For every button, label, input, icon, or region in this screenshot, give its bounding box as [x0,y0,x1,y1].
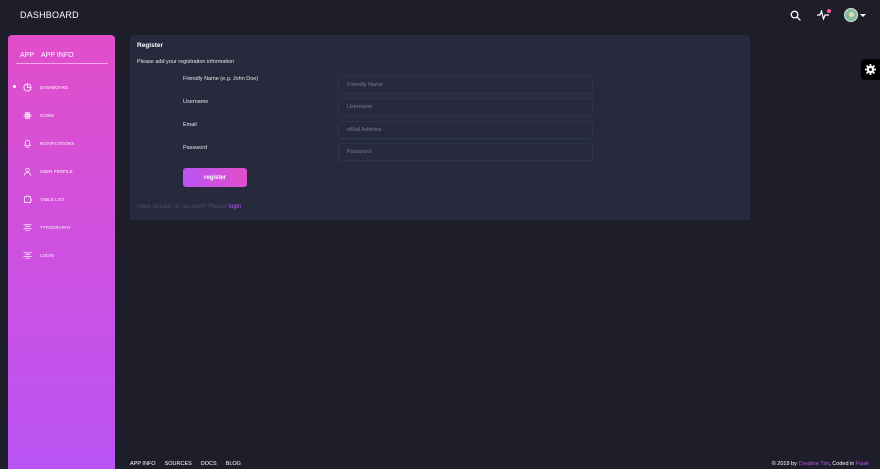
footer-link-app-info[interactable]: APP INFO [130,461,156,467]
user-menu[interactable] [844,8,866,22]
sidebar-item-label: TABLE LIST [40,196,65,202]
sidebar-logo[interactable]: APP APP INFO [8,35,115,65]
atom-icon [22,110,32,120]
activity-icon[interactable] [816,8,831,22]
password-label: Password [183,145,208,151]
sidebar-item-user-profile[interactable]: USER PROFILE [8,157,115,185]
sidebar-item-icons[interactable]: ICONS [8,101,115,129]
sidebar-item-label: LOGIN [40,252,54,258]
avatar [844,8,858,22]
sidebar-item-typography[interactable]: TYPOGRAPHY [8,213,115,241]
footer-copyright: © 2019 by Creative Tim, Coded in Flask [772,461,869,467]
card-subtitle: Please add your registration information [137,59,235,65]
username-label: Username [183,99,209,105]
sidebar-item-label: TYPOGRAPHY [40,224,71,230]
top-navbar: DASHBOARD [0,0,880,30]
chart-pie-icon [22,82,32,92]
footer-link-blog[interactable]: BLOG [226,461,241,467]
password-input[interactable] [338,143,593,161]
logo-mini[interactable]: APP [20,52,34,59]
coded-by-link[interactable]: Flask [856,461,869,467]
sidebar-item-login[interactable]: LOGIN [8,241,115,269]
sidebar-item-dashboard[interactable]: DASHBOARD [8,73,115,101]
email-input[interactable] [338,121,593,139]
navbar-brand[interactable]: DASHBOARD [20,10,79,20]
align-center-icon [22,222,32,232]
footer-nav: APP INFO SOURCES DOCS BLOG [130,461,241,467]
sidebar-item-label: NOTIFICATIONS [40,140,75,146]
align-center-icon [22,250,32,260]
register-button[interactable]: register [183,168,247,187]
username-input[interactable] [338,98,593,116]
settings-button[interactable] [861,59,880,80]
friendly-name-label: Friendly Name (e.g. John Doe) [183,76,259,82]
card-title: Register [137,42,164,49]
login-prompt: Have already an account? Please login [137,204,241,210]
sidebar-item-label: USER PROFILE [40,168,73,174]
sidebar-item-notifications[interactable]: NOTIFICATIONS [8,129,115,157]
search-icon[interactable] [788,8,802,22]
sidebar: APP APP INFO DASHBOARD ICONS NOTIFICATIO… [8,35,115,469]
sidebar-divider [16,63,108,64]
sidebar-item-table-list[interactable]: TABLE LIST [8,185,115,213]
gear-icon [865,64,876,75]
email-label: Email [183,122,197,128]
logo-normal[interactable]: APP INFO [41,52,74,59]
sidebar-item-label: DASHBOARD [40,84,69,90]
register-card: Register Please add your registration in… [130,35,750,220]
copyright-prefix: © 2019 by [771,461,799,467]
sidebar-nav: DASHBOARD ICONS NOTIFICATIONS USER PROFI… [8,73,115,269]
navbar-icons [788,8,866,22]
coded-prefix: , Coded in [829,461,856,467]
user-icon [22,166,32,176]
friendly-name-input[interactable] [338,76,593,94]
notification-dot [827,9,831,13]
footer-link-sources[interactable]: SOURCES [165,461,192,467]
caret-down-icon [860,13,866,17]
puzzle-icon [22,194,32,204]
login-link[interactable]: login [228,204,241,210]
login-prompt-text: Have already an account? Please [137,204,229,210]
footer-link-docs[interactable]: DOCS [201,461,217,467]
author-link[interactable]: Creative Tim [798,461,829,467]
sidebar-item-label: ICONS [40,112,55,118]
bell-icon [22,138,32,148]
